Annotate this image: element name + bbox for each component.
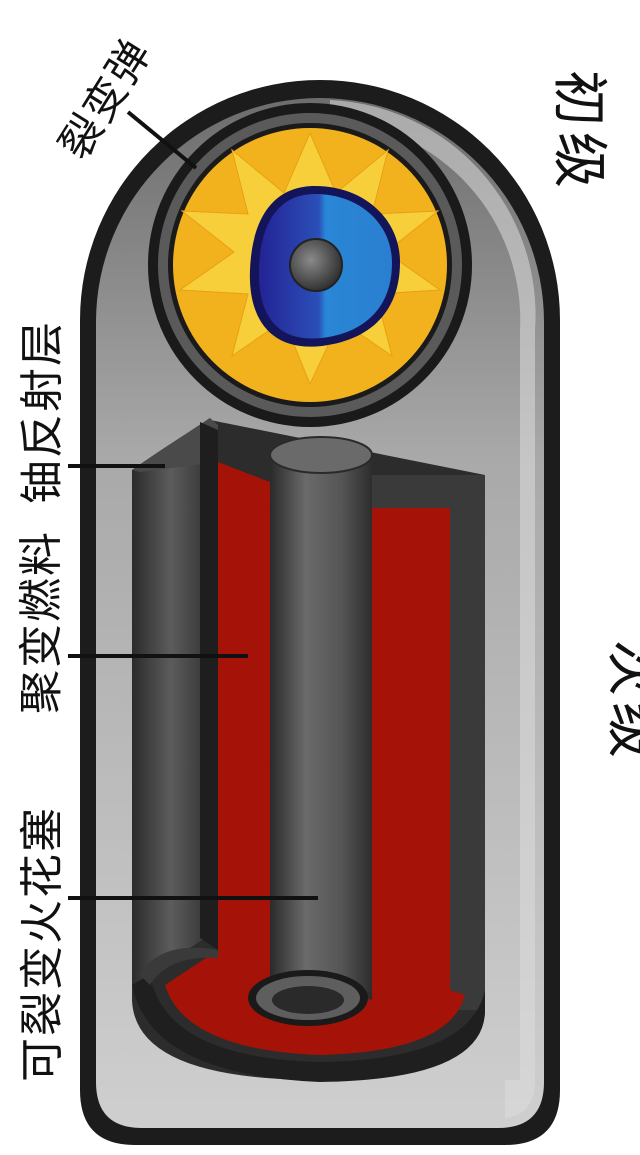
diagram-stage: 裂变弹 初级 次级 铀反射层 聚变燃料 可裂变火花塞 [0,0,640,1155]
label-uranium-reflector: 铀反射层 [17,320,68,504]
label-fissile-spark-plug: 可裂变火花塞 [17,806,68,1082]
uranium-tamper-inner-face [200,422,218,950]
fusion-fuel-back [372,508,450,990]
label-fusion-fuel: 聚变燃料 [16,530,67,714]
primary-core [289,238,343,292]
weapon-cross-section [68,80,560,1145]
label-primary: 初级 [546,70,611,194]
spark-plug-top [269,436,373,474]
spark-plug-cylinder [270,445,372,1000]
label-secondary: 次级 [600,640,640,764]
spark-plug-bottom-hole [272,986,344,1014]
